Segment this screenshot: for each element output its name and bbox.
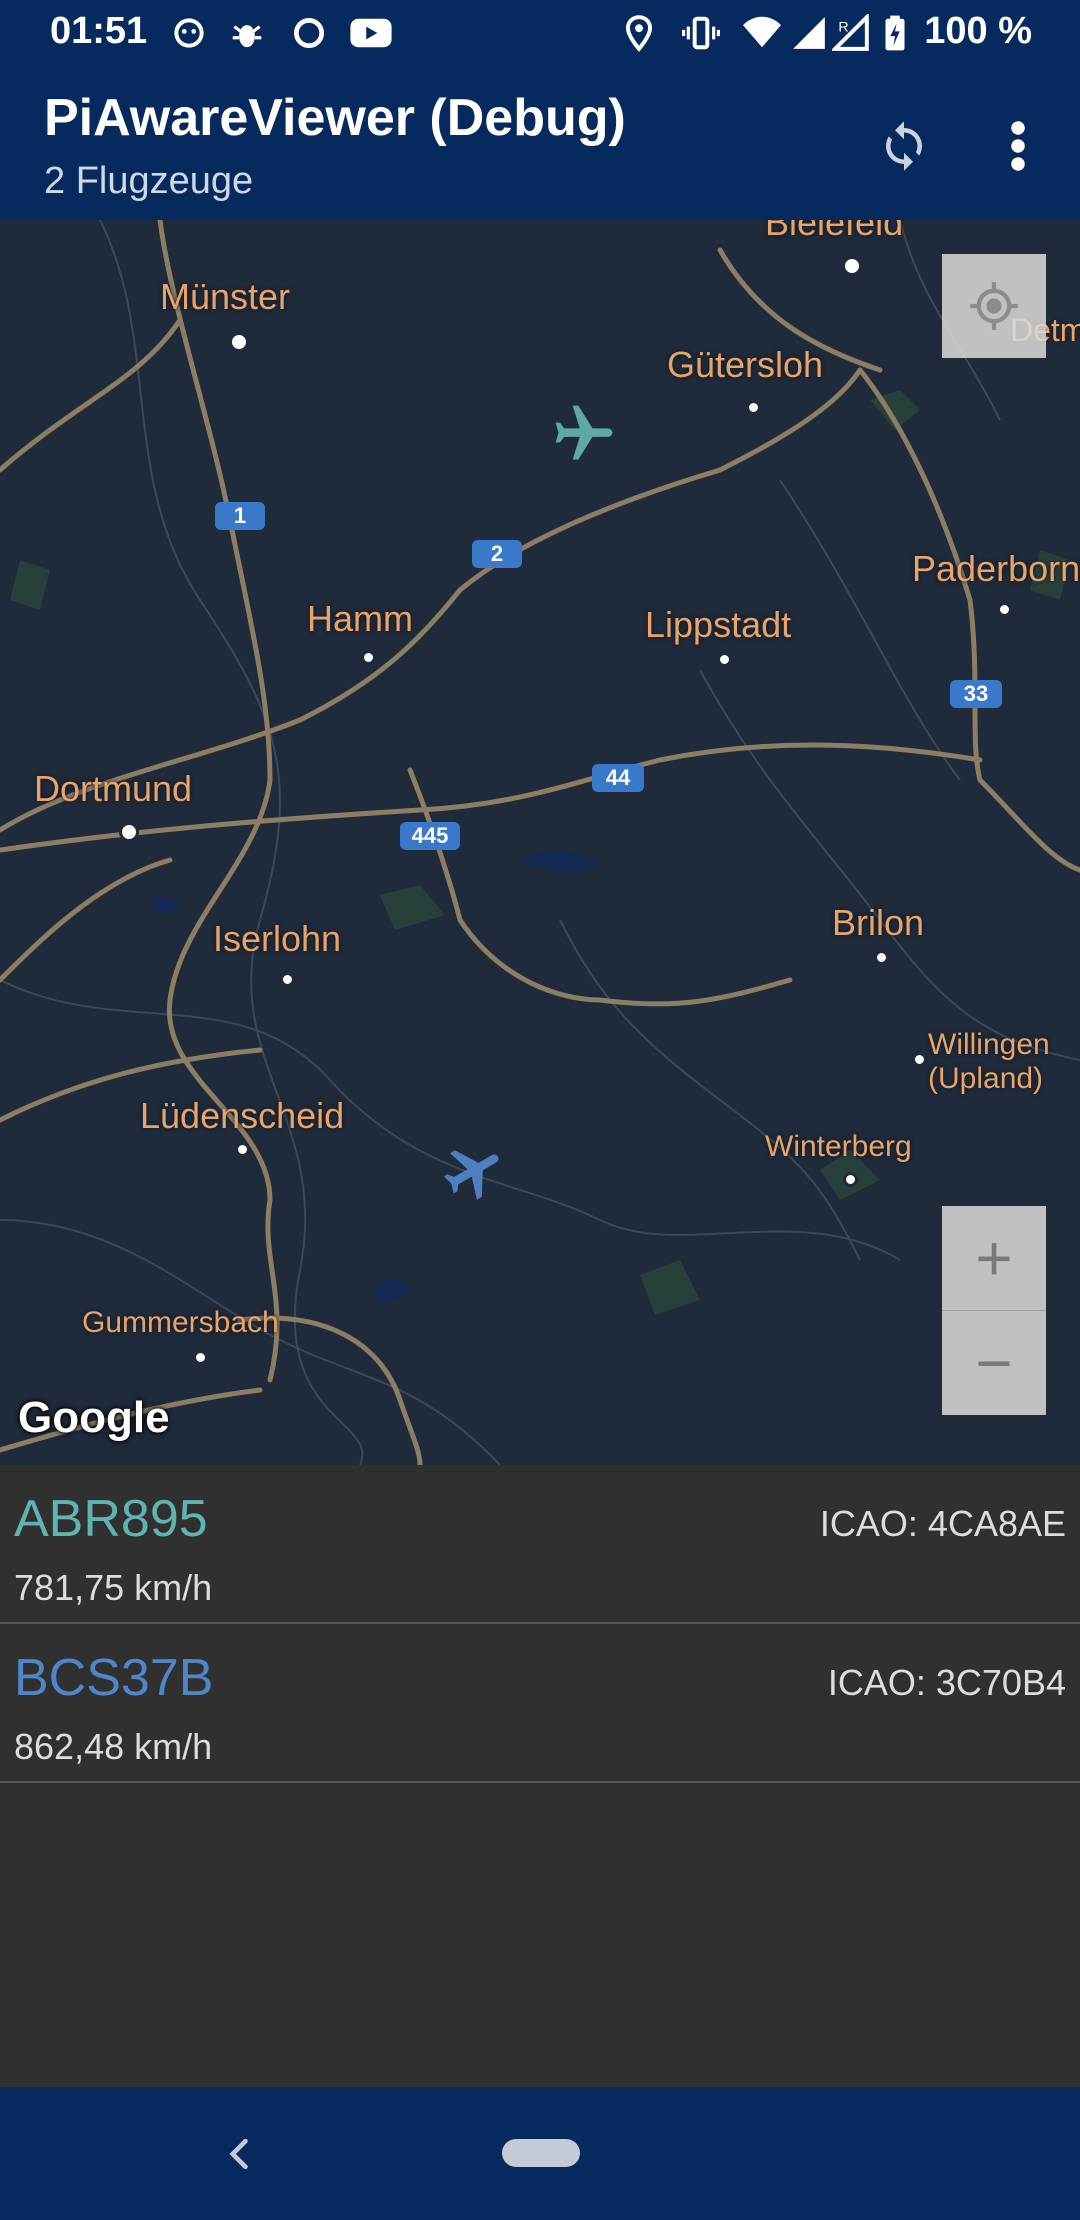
location-icon <box>625 15 653 52</box>
highway-shield-a445: 445 <box>400 822 460 850</box>
app-bar: PiAwareViewer (Debug) 2 Flugzeuge <box>0 66 1080 220</box>
highway-shield-a2: 2 <box>472 540 522 568</box>
city-dot <box>717 652 732 667</box>
city-label-brilon: Brilon <box>832 902 925 943</box>
aircraft-count: 2 Flugzeuge <box>44 160 254 202</box>
highway-shield-a33: 33 <box>950 680 1002 708</box>
status-time: 01:51 <box>50 10 148 52</box>
aircraft-row-bcs37b[interactable]: BCS37B 862,48 km/h ICAO: 3C70B4 <box>0 1624 1080 1783</box>
city-dot <box>280 972 295 987</box>
city-dot <box>874 950 889 965</box>
battery-charging-icon <box>885 15 905 51</box>
city-dot <box>235 1142 250 1157</box>
city-label-iserlohn: Iserlohn <box>213 918 342 959</box>
callsign: ABR895 <box>14 1490 208 1548</box>
city-label-winterberg: Winterberg <box>765 1130 912 1163</box>
navigation-bar <box>0 2087 1080 2220</box>
city-label-paderborn: Paderborn <box>912 548 1080 589</box>
city-label-luedenscheid: Lüdenscheid <box>140 1095 345 1136</box>
map-view[interactable]: Bielefeld Münster Gütersloh Detm Paderbo… <box>0 220 1080 1465</box>
city-dot <box>912 1052 927 1067</box>
vibrate-icon <box>682 16 720 50</box>
signal-icon <box>793 17 825 49</box>
city-dot <box>842 256 862 276</box>
youtube-icon <box>350 18 392 48</box>
city-label-lippstadt: Lippstadt <box>645 604 792 645</box>
refresh-button[interactable] <box>864 106 944 186</box>
city-label-muenster: Münster <box>160 276 291 317</box>
home-pill[interactable] <box>502 2139 580 2167</box>
city-dot <box>997 602 1012 617</box>
city-label-hamm: Hamm <box>307 598 413 639</box>
face-icon <box>174 18 204 48</box>
refresh-icon <box>886 121 922 171</box>
city-label-bielefeld: Bielefeld <box>765 220 904 243</box>
city-label-dortmund: Dortmund <box>34 768 193 809</box>
my-location-button[interactable] <box>942 254 1046 358</box>
city-dot <box>843 1172 858 1187</box>
callsign: BCS37B <box>14 1649 214 1707</box>
highway-shield-a44: 44 <box>592 764 644 792</box>
aircraft-marker-abr895[interactable] <box>550 400 618 468</box>
bug-icon <box>232 25 262 48</box>
icao-code: ICAO: 3C70B4 <box>827 1662 1066 1703</box>
city-label-willingen: Willingen (Upland) <box>928 1028 1050 1095</box>
map-base <box>0 220 1080 1465</box>
status-bar: 01:51 R 100 % <box>0 0 1080 66</box>
aircraft-list: ABR895 781,75 km/h ICAO: 4CA8AE BCS37B 8… <box>0 1465 1080 1783</box>
city-dot <box>746 400 761 415</box>
sync-circle-icon <box>293 17 325 49</box>
speed: 862,48 km/h <box>14 1726 213 1767</box>
battery-level: 100 % <box>924 10 1032 52</box>
city-label-guetersloh: Gütersloh <box>667 344 824 385</box>
app-title: PiAwareViewer (Debug) <box>44 89 626 147</box>
icao-code: ICAO: 4CA8AE <box>819 1503 1066 1544</box>
city-dot <box>361 650 376 665</box>
zoom-out-button[interactable]: − <box>942 1311 1046 1415</box>
city-label-gummersbach: Gummersbach <box>82 1306 279 1339</box>
more-vert-icon <box>1011 121 1025 171</box>
aircraft-marker-bcs37b[interactable] <box>440 1138 508 1206</box>
crosshair-icon <box>970 282 1018 330</box>
google-logo: Google <box>18 1393 170 1442</box>
wifi-icon <box>743 16 781 48</box>
highway-shield-a1: 1 <box>215 502 265 530</box>
city-dot <box>119 822 139 842</box>
city-dot <box>229 332 249 352</box>
zoom-in-button[interactable]: + <box>942 1206 1046 1311</box>
svg-text:R: R <box>838 19 848 35</box>
back-icon[interactable] <box>218 2129 262 2179</box>
overflow-menu-button[interactable] <box>978 106 1058 186</box>
aircraft-row-abr895[interactable]: ABR895 781,75 km/h ICAO: 4CA8AE <box>0 1465 1080 1624</box>
city-dot <box>193 1350 208 1365</box>
signal-roaming-icon: R <box>832 14 869 51</box>
speed: 781,75 km/h <box>14 1567 213 1608</box>
